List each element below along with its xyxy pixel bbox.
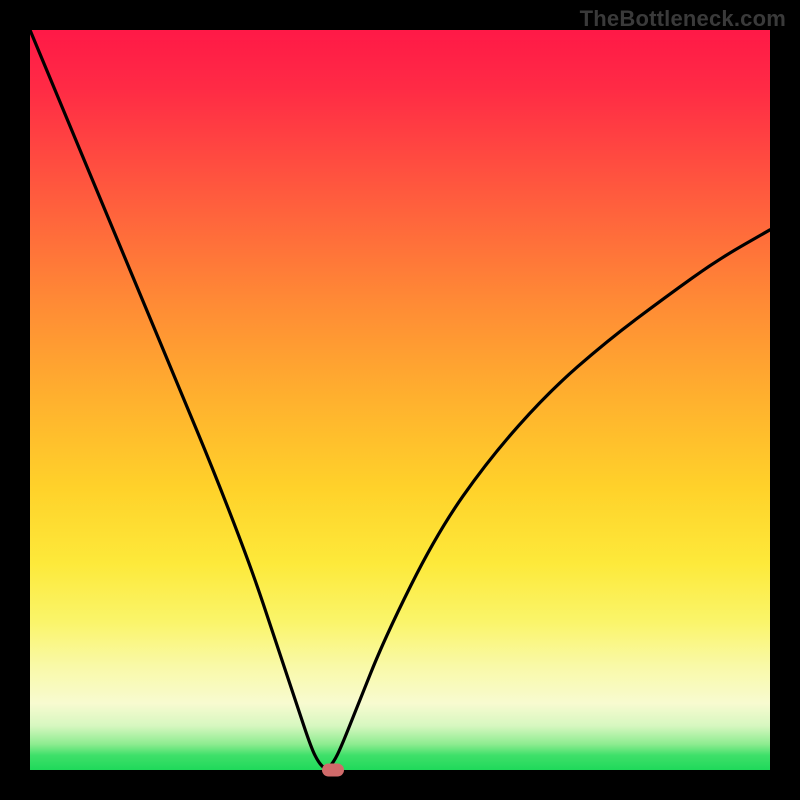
- plot-area: [30, 30, 770, 770]
- bottleneck-curve: [30, 30, 770, 770]
- chart-frame: TheBottleneck.com: [0, 0, 800, 800]
- minimum-marker: [322, 764, 344, 777]
- watermark-text: TheBottleneck.com: [580, 6, 786, 32]
